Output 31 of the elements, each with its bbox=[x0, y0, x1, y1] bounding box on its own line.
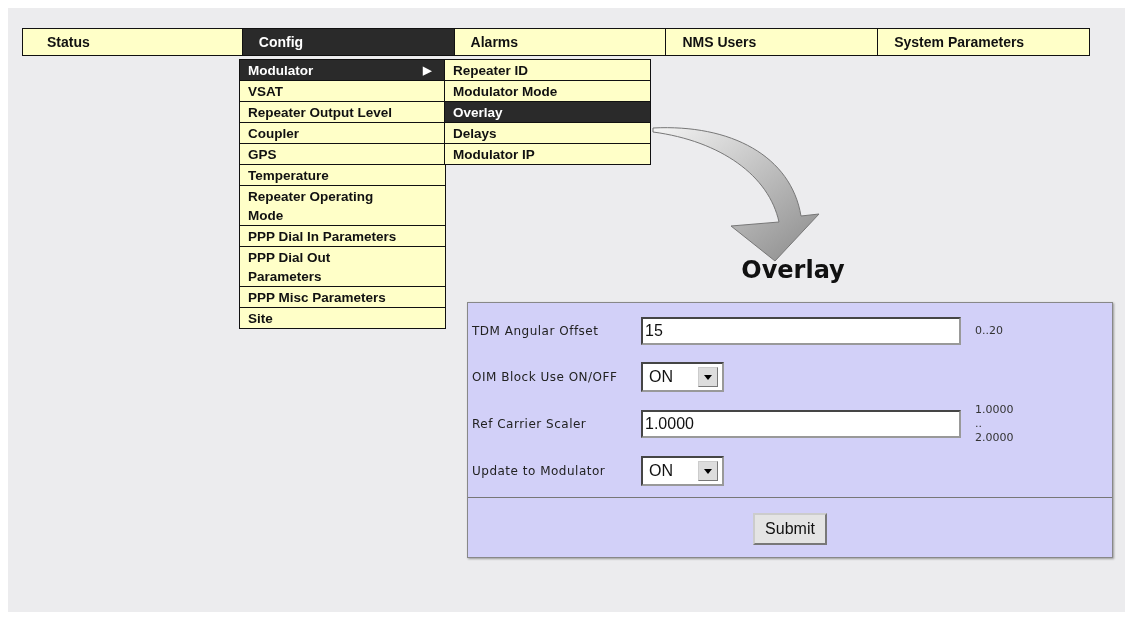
menu-item[interactable]: Modulator ▶ bbox=[240, 60, 445, 80]
submit-button[interactable]: Submit bbox=[753, 513, 827, 545]
submenu-arrow-icon: ▶ bbox=[423, 61, 431, 80]
field-label: Update to Modulator bbox=[472, 463, 607, 480]
range-hint: 0..20 bbox=[975, 324, 1004, 338]
menu-item[interactable]: Modulator IP bbox=[445, 143, 650, 164]
menu-item[interactable]: Overlay bbox=[445, 101, 650, 122]
input-field[interactable]: 1.0000 bbox=[641, 410, 961, 438]
field-label: TDM Angular Offset bbox=[472, 323, 600, 340]
menu-item[interactable]: Site bbox=[240, 307, 445, 328]
menu-tab[interactable]: Status bbox=[23, 29, 242, 55]
dropdown-field[interactable]: ON bbox=[641, 456, 724, 486]
menu-tab[interactable]: Alarms bbox=[453, 29, 666, 55]
range-hint: .. bbox=[975, 417, 983, 431]
menu-item[interactable]: Repeater Operating Mode bbox=[240, 185, 445, 225]
menu-item[interactable]: Delays bbox=[445, 122, 650, 143]
menu-tab[interactable]: Config bbox=[241, 29, 454, 55]
dropdown-field[interactable]: ON bbox=[641, 362, 724, 392]
menu-tab[interactable]: NMS Users bbox=[665, 29, 878, 55]
menu-tab[interactable]: System Parameters bbox=[877, 29, 1089, 55]
menu-item[interactable]: PPP Dial In Parameters bbox=[240, 225, 445, 246]
field-label: OIM Block Use ON/OFF bbox=[472, 369, 619, 386]
menu-item[interactable]: PPP Dial Out Parameters bbox=[240, 246, 445, 286]
field-label: Ref Carrier Scaler bbox=[472, 416, 588, 433]
menu-item[interactable]: Repeater ID bbox=[445, 60, 650, 80]
menu-item[interactable]: PPP Misc Parameters bbox=[240, 286, 445, 307]
page-title: Overlay bbox=[740, 256, 846, 284]
menu-item[interactable]: Temperature bbox=[240, 164, 445, 185]
input-field[interactable]: 15 bbox=[641, 317, 961, 345]
range-hint: 1.0000 bbox=[975, 403, 1015, 417]
range-hint: 2.0000 bbox=[975, 431, 1015, 445]
